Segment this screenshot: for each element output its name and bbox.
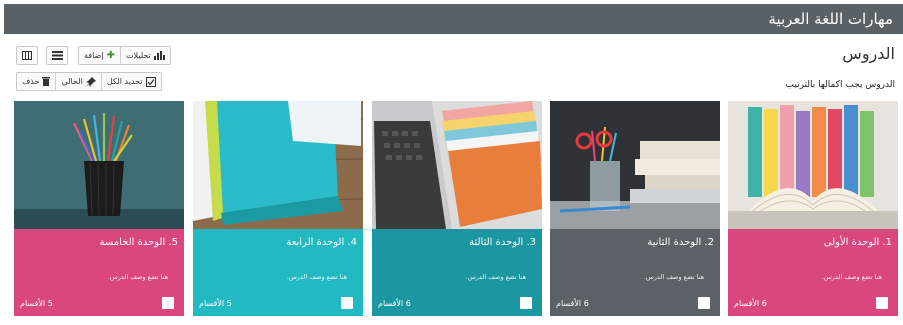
reports-button[interactable]: تحليلات [119, 47, 170, 64]
lesson-image-stationery [550, 101, 720, 229]
delete-button[interactable]: حذف [17, 73, 56, 90]
lesson-image-books [728, 101, 898, 229]
selection-actions: حذف الحالي تحديد الكل [16, 72, 162, 91]
lesson-title: 1. الوحدة الأولى [823, 237, 892, 248]
current-button[interactable]: الحالي [55, 73, 101, 90]
page-title: الدروس [842, 44, 895, 63]
app-title: مهارات اللغة العربية [768, 10, 893, 28]
app-header: مهارات اللغة العربية [4, 4, 903, 34]
reports-label: تحليلات [125, 51, 151, 60]
lesson-card-5[interactable]: 5. الوحدة الخامسة هنا تضع وصف الدرس. 5 ا… [14, 101, 184, 316]
lesson-description: هنا تضع وصف الدرس. [821, 273, 882, 281]
grid-view-button[interactable] [16, 46, 38, 65]
add-button[interactable]: ✚ إضافة [79, 47, 120, 64]
lesson-info: 4. الوحدة الرابعة هنا تضع وصف الدرس. 5 ا… [193, 229, 363, 316]
lesson-checkbox[interactable] [698, 297, 710, 309]
lesson-card-2[interactable]: 2. الوحدة الثانية هنا تضع وصف الدرس. 6 ا… [550, 101, 720, 316]
add-label: إضافة [84, 51, 104, 60]
lesson-info: 1. الوحدة الأولى هنا تضع وصف الدرس. 6 ال… [728, 229, 898, 316]
lesson-sections-count: 5 الأقسام [199, 299, 232, 308]
lesson-card-1[interactable]: 1. الوحدة الأولى هنا تضع وصف الدرس. 6 ال… [728, 101, 898, 316]
grid-view-icon [22, 51, 32, 60]
bar-chart-icon [153, 51, 165, 60]
lesson-sections-count: 5 الأقسام [20, 299, 53, 308]
content-actions: ✚ إضافة تحليلات [78, 46, 171, 65]
lesson-description: هنا تضع وصف الدرس. [107, 273, 168, 281]
lesson-description: هنا تضع وصف الدرس. [643, 273, 704, 281]
lesson-image-pencils [14, 101, 184, 229]
plus-icon: ✚ [106, 49, 115, 61]
lesson-title: 3. الوحدة الثالثة [469, 237, 536, 248]
lesson-title: 2. الوحدة الثانية [647, 237, 714, 248]
select-all-label: تحديد الكل [106, 77, 143, 86]
lesson-description: هنا تضع وصف الدرس. [465, 273, 526, 281]
lesson-sections-count: 6 الأقسام [734, 299, 767, 308]
lesson-title: 4. الوحدة الرابعة [286, 237, 357, 248]
lesson-checkbox[interactable] [162, 297, 174, 309]
lesson-checkbox[interactable] [341, 297, 353, 309]
trash-icon [42, 77, 51, 86]
lesson-checkbox[interactable] [876, 297, 888, 309]
lesson-sections-count: 6 الأقسام [556, 299, 589, 308]
lesson-image-notebooks [193, 101, 363, 229]
checkbox-icon [145, 76, 156, 87]
lesson-image-laptop [372, 101, 542, 229]
lesson-sections-count: 6 الأقسام [378, 299, 411, 308]
lesson-info: 3. الوحدة الثالثة هنا تضع وصف الدرس. 6 ا… [372, 229, 542, 316]
section-subtitle: الدروس يجب اكمالها بالترتيب [785, 80, 895, 90]
delete-label: حذف [22, 77, 40, 86]
lesson-card-4[interactable]: 4. الوحدة الرابعة هنا تضع وصف الدرس. 5 ا… [193, 101, 363, 316]
lesson-card-3[interactable]: 3. الوحدة الثالثة هنا تضع وصف الدرس. 6 ا… [372, 101, 542, 316]
lesson-title: 5. الوحدة الخامسة [99, 237, 178, 248]
lesson-info: 5. الوحدة الخامسة هنا تضع وصف الدرس. 5 ا… [14, 229, 184, 316]
lesson-checkbox[interactable] [520, 297, 532, 309]
pin-icon [85, 76, 96, 87]
select-all-button[interactable]: تحديد الكل [100, 73, 161, 90]
list-view-button[interactable] [46, 46, 68, 65]
lesson-description: هنا تضع وصف الدرس. [286, 273, 347, 281]
list-view-icon [51, 51, 63, 60]
lesson-info: 2. الوحدة الثانية هنا تضع وصف الدرس. 6 ا… [550, 229, 720, 316]
current-label: الحالي [61, 77, 83, 86]
